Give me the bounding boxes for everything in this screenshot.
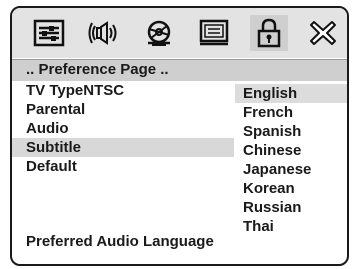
menu-item-tv-type[interactable]: TV TypeNTSC	[12, 81, 234, 100]
option-spanish[interactable]: Spanish	[235, 122, 347, 141]
exit-icon[interactable]	[304, 15, 342, 51]
status-text: Preferred Audio Language	[26, 233, 214, 250]
lock-icon[interactable]	[250, 15, 288, 51]
option-english[interactable]: English	[235, 84, 347, 103]
option-chinese[interactable]: Chinese	[235, 141, 347, 160]
screen-setup-icon[interactable]	[195, 15, 233, 51]
language-options-list: English French Spanish Chinese Japanese …	[235, 84, 347, 236]
menu-item-subtitle[interactable]: Subtitle	[12, 138, 234, 157]
general-setup-icon[interactable]	[30, 15, 68, 51]
page-title: .. Preference Page ..	[26, 61, 169, 78]
option-japanese[interactable]: Japanese	[235, 160, 347, 179]
breadcrumb: .. Preference Page ..	[12, 59, 347, 81]
option-french[interactable]: French	[235, 103, 347, 122]
option-thai[interactable]: Thai	[235, 217, 347, 236]
menu-item-parental[interactable]: Parental	[12, 100, 234, 119]
setup-menu-window: .. Preference Page .. TV TypeNTSC Parent…	[10, 6, 349, 266]
menu-item-audio[interactable]: Audio	[12, 119, 234, 138]
option-russian[interactable]: Russian	[235, 198, 347, 217]
menu-item-default[interactable]: Default	[12, 157, 234, 176]
audio-setup-icon[interactable]	[85, 15, 123, 51]
video-setup-icon[interactable]	[140, 15, 178, 51]
settings-menu: TV TypeNTSC Parental Audio Subtitle Defa…	[12, 81, 234, 176]
option-korean[interactable]: Korean	[235, 179, 347, 198]
toolbar	[12, 8, 347, 58]
